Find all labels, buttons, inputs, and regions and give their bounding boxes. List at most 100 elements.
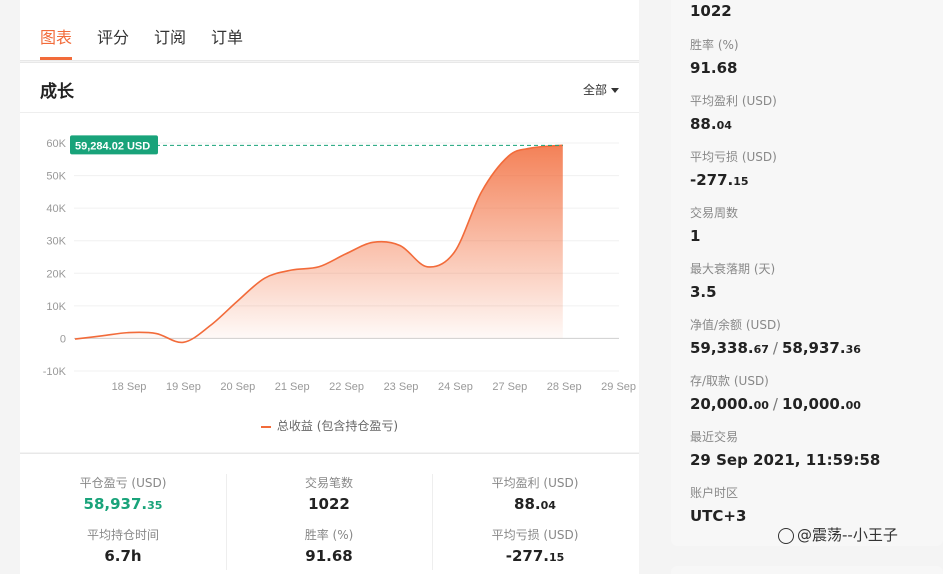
stat-value: 58,937.35 [20,495,226,513]
stat-avg-profit: 平均盈利 (USD) 88.04 [432,474,638,513]
info-value: 1022 [690,2,732,20]
y-tick-label: -10K [43,366,67,378]
value-int: 58,937. [781,339,846,357]
y-tick-label: 50K [46,171,66,183]
info-value: 3.5 [690,283,717,301]
info-max-drawdown: 最大衰落期 (天) 3.5 [690,260,775,301]
value-dec: 67 [753,343,769,356]
stat-winrate: 胜率 (%) 91.68 [226,526,432,565]
x-tick-label: 24 Sep [438,381,473,393]
current-value-badge: 59,284.02 USD [70,135,158,155]
watermark: @震荡--小王子 [778,524,898,545]
value-int: -277. [505,547,549,565]
tab-orders[interactable]: 订单 [211,24,243,48]
info-value: 91.68 [690,59,738,77]
info-value: 59,338.67/58,937.36 [690,339,861,357]
info-avg-profit: 平均盈利 (USD) 88.04 [690,92,777,133]
tab-rating[interactable]: 评分 [97,24,129,48]
period-filter-dropdown[interactable]: 全部 [583,81,619,98]
x-tick-label: 19 Sep [166,381,201,393]
separator: / [772,339,778,357]
stat-value: 6.7h [104,547,142,565]
value-dec: 00 [845,399,861,412]
account-info-panel: 1022 胜率 (%) 91.68 平均盈利 (USD) 88.04 平均亏损 … [671,0,943,546]
info-label: 交易周数 [690,206,739,220]
divider [432,474,433,570]
value-dec: 35 [147,499,163,512]
x-tick-label: 27 Sep [492,381,527,393]
stat-label: 胜率 (%) [304,528,354,542]
stat-label: 平均亏损 (USD) [491,528,579,542]
chart-legend[interactable]: 总收益 (包含持仓盈亏) [20,417,639,434]
growth-chart: 60K 50K 40K 30K 20K 10K 0 -10K 18 Sep 19 Sep 20 S… [43,135,636,393]
value-int: 20,000. [690,395,754,413]
value-dec: 00 [753,399,769,412]
next-panel-edge [671,566,943,574]
info-last-trade: 最近交易 29 Sep 2021, 11:59:58 [690,428,880,469]
info-label: 最近交易 [690,430,739,444]
stat-value: 88.04 [432,495,638,513]
value-dec: 04 [540,499,556,512]
period-filter-label: 全部 [582,83,607,97]
value-dec: 04 [716,119,732,132]
value-int: 88. [690,115,717,133]
value-int: -277. [690,171,734,189]
current-value-label: 59,284.02 USD [75,140,150,152]
x-tick-label: 23 Sep [384,381,419,393]
info-timezone: 账户时区 UTC+3 [690,484,746,525]
stat-label: 平均盈利 (USD) [491,476,579,490]
y-tick-label: 30K [46,236,66,248]
stat-avg-loss: 平均亏损 (USD) -277.15 [432,526,638,565]
watermark-text: @震荡--小王子 [797,526,898,544]
info-value: 88.04 [690,115,777,133]
value-int: 10,000. [781,395,846,413]
chevron-down-icon [611,88,619,93]
x-tick-label: 18 Sep [112,381,147,393]
divider [226,474,227,570]
stat-trades: 交易笔数 1022 [226,474,432,513]
tab-bar: 图表 评分 订阅 订单 [20,0,639,61]
info-avg-loss: 平均亏损 (USD) -277.15 [690,148,777,189]
chart-title: 成长 [40,82,74,102]
value-dec: 15 [548,551,565,564]
value-int: 88. [514,495,541,513]
value-dec: 15 [733,175,749,188]
series-area [75,145,563,343]
value-int: 59,338. [690,339,754,357]
info-label: 存/取款 (USD) [690,374,769,388]
value-int: 58,937. [83,495,148,513]
info-label: 平均亏损 (USD) [690,150,777,164]
left-panel: 图表 评分 订阅 订单 成长 全部 60K 50K 40K 30K 20K 10K 0 -10… [0,0,641,574]
tab-subscribe[interactable]: 订阅 [154,24,186,48]
info-label: 净值/余额 (USD) [690,318,781,332]
x-tick-label: 29 Sep [601,381,636,393]
y-tick-label: 0 [60,333,66,345]
x-tick-label: 20 Sep [220,381,255,393]
y-tick-label: 60K [46,138,66,150]
info-value: 20,000.00/10,000.00 [690,395,861,413]
info-label: 最大衰落期 (天) [690,262,776,276]
x-tick-label: 21 Sep [275,381,310,393]
stat-label: 平均持仓时间 [86,528,159,542]
tab-chart[interactable]: 图表 [40,24,72,48]
stat-label: 平仓盈亏 (USD) [79,476,167,490]
stats-summary: 平仓盈亏 (USD) 58,937.35 交易笔数 1022 平均盈利 (USD… [20,453,639,574]
info-value: UTC+3 [690,507,747,525]
active-tab-indicator [40,57,72,60]
stat-avg-hold: 平均持仓时间 6.7h [20,526,226,565]
x-tick-label: 28 Sep [547,381,582,393]
stat-label: 交易笔数 [304,476,353,490]
info-value: -277.15 [690,171,777,189]
stat-value: -277.15 [432,547,638,565]
watermark-logo-icon [778,527,794,544]
legend-label: 总收益 (包含持仓盈亏) [276,419,399,433]
info-weeks: 交易周数 1 [690,204,738,245]
info-trades: 1022 [690,2,732,20]
separator: / [772,395,778,413]
info-label: 平均盈利 (USD) [690,94,777,108]
info-label: 账户时区 [690,486,739,500]
stat-closed-pnl: 平仓盈亏 (USD) 58,937.35 [20,474,226,513]
legend-swatch [260,425,271,428]
info-value: 29 Sep 2021, 11:59:58 [690,451,881,469]
info-value: 1 [690,227,701,245]
